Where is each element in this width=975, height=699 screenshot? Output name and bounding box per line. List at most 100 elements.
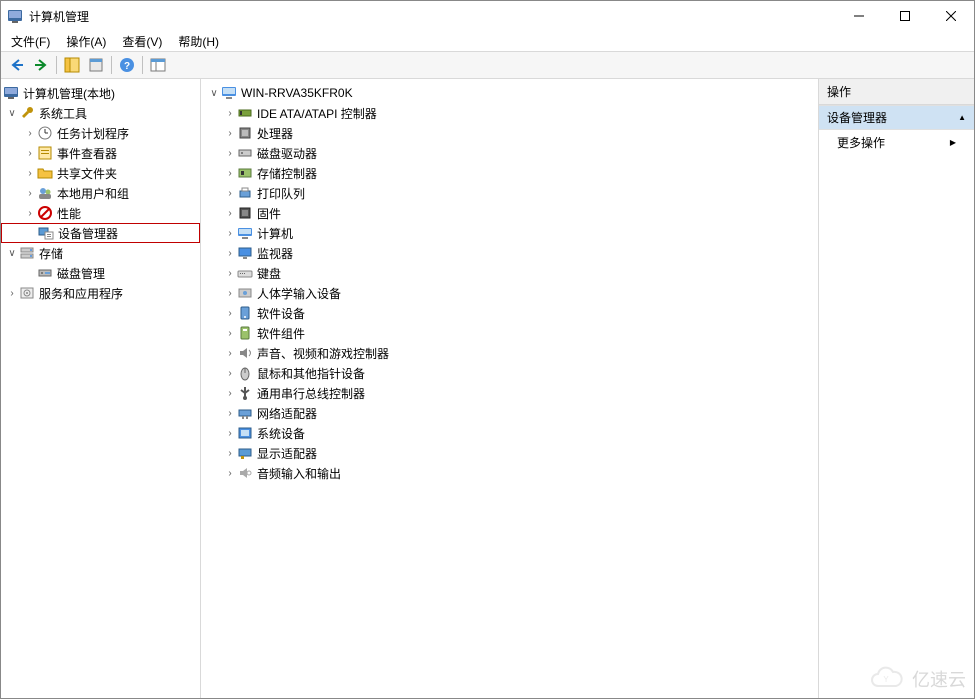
title-bar: 计算机管理 [1,1,974,31]
expander-open-icon[interactable]: ∨ [207,86,221,100]
expander-closed-icon[interactable]: › [223,226,237,240]
device-category-system_devices[interactable]: › 系统设备 [201,423,818,443]
device-category-display[interactable]: ›显示适配器 [201,443,818,463]
left-item-local-users[interactable]: › 本地用户和组 [1,183,200,203]
expander-closed-icon[interactable]: › [23,206,37,220]
expander-closed-icon[interactable]: › [223,386,237,400]
menu-view[interactable]: 查看(V) [116,31,168,52]
expander-closed-icon[interactable]: › [223,466,237,480]
device-category-label: IDE ATA/ATAPI 控制器 [257,105,377,122]
expander-closed-icon[interactable]: › [23,126,37,140]
device-category-sound[interactable]: › 声音、视频和游戏控制器 [201,343,818,363]
cpu-icon [237,125,253,141]
device-category-keyboards[interactable]: ›键盘 [201,263,818,283]
left-item-performance[interactable]: › 性能 [1,203,200,223]
services-icon [19,285,35,301]
expander-open-icon[interactable]: ∨ [5,246,19,260]
expander-closed-icon[interactable]: › [223,286,237,300]
device-category-network[interactable]: ›网络适配器 [201,403,818,423]
device-category-firmware[interactable]: › 固件 [201,203,818,223]
left-services-node[interactable]: › 服务和应用程序 [1,283,200,303]
expander-closed-icon[interactable]: › [223,406,237,420]
help-button[interactable]: ? [115,54,139,76]
view-button[interactable] [146,54,170,76]
properties-button[interactable] [84,54,108,76]
left-root-node[interactable]: 计算机管理(本地) [1,83,200,103]
sw-component-icon [237,325,253,341]
hid-icon [237,285,253,301]
app-icon [7,8,23,24]
device-category-mice[interactable]: › 鼠标和其他指针设备 [201,363,818,383]
expander-closed-icon[interactable]: › [223,246,237,260]
device-category-label: 监视器 [257,245,293,262]
pc-icon [237,225,253,241]
device-category-sw_devices[interactable]: › 软件设备 [201,303,818,323]
sw-device-icon [237,305,253,321]
back-button[interactable] [5,54,29,76]
system-device-icon [237,425,253,441]
expander-closed-icon[interactable]: › [223,266,237,280]
tools-icon [19,105,35,121]
device-category-label: 固件 [257,205,281,222]
left-item-device-manager[interactable]: 设备管理器 [1,223,200,243]
maximize-button[interactable] [882,1,928,31]
left-system-tools-node[interactable]: ∨ 系统工具 [1,103,200,123]
ide-icon [237,105,253,121]
actions-section-title[interactable]: 设备管理器 ▲ [819,105,974,130]
left-storage-node[interactable]: ∨ 存储 [1,243,200,263]
expander-closed-icon[interactable]: › [23,166,37,180]
expander-closed-icon[interactable]: › [223,366,237,380]
expander-closed-icon[interactable]: › [223,146,237,160]
device-category-print_queues[interactable]: ›打印队列 [201,183,818,203]
close-button[interactable] [928,1,974,31]
expander-closed-icon[interactable]: › [223,186,237,200]
device-category-processors[interactable]: ›处理器 [201,123,818,143]
expander-closed-icon[interactable]: › [223,426,237,440]
expander-closed-icon[interactable]: › [223,306,237,320]
expander-open-icon[interactable]: ∨ [5,106,19,120]
device-category-label: 存储控制器 [257,165,317,182]
expander-closed-icon[interactable]: › [223,106,237,120]
action-more-actions[interactable]: 更多操作 ▶ [819,130,974,155]
window-controls [836,1,974,31]
forward-button[interactable] [29,54,53,76]
menu-help[interactable]: 帮助(H) [172,31,225,52]
expander-closed-icon[interactable]: › [23,146,37,160]
show-hide-tree-button[interactable] [60,54,84,76]
left-item-task-scheduler[interactable]: › 任务计划程序 [1,123,200,143]
expander-closed-icon[interactable]: › [223,126,237,140]
device-category-sw_components[interactable]: ›软件组件 [201,323,818,343]
expander-closed-icon[interactable]: › [223,326,237,340]
left-item-shared-folders[interactable]: › 共享文件夹 [1,163,200,183]
center-pane[interactable]: ∨ WIN-RRVA35KFR0K › IDE ATA/ATAPI 控制器›处理器… [201,79,819,698]
device-root-node[interactable]: ∨ WIN-RRVA35KFR0K [201,83,818,103]
minimize-button[interactable] [836,1,882,31]
device-category-label: 系统设备 [257,425,305,442]
menu-action[interactable]: 操作(A) [60,31,112,52]
toolbar-separator [111,56,112,74]
expander-closed-icon[interactable]: › [5,286,19,300]
expander-closed-icon[interactable]: › [223,206,237,220]
menu-file[interactable]: 文件(F) [5,31,56,52]
device-category-hid[interactable]: › 人体学输入设备 [201,283,818,303]
left-pane[interactable]: 计算机管理(本地) ∨ 系统工具 › 任务计划程序 › 事件查看器 › 共 [1,79,201,698]
left-item-event-viewer[interactable]: › 事件查看器 [1,143,200,163]
device-category-label: 人体学输入设备 [257,285,341,302]
device-category-computer[interactable]: ›计算机 [201,223,818,243]
device-category-disk_drives[interactable]: ›磁盘驱动器 [201,143,818,163]
left-item-disk-mgmt[interactable]: 磁盘管理 [1,263,200,283]
expander-closed-icon[interactable]: › [223,446,237,460]
device-category-monitors[interactable]: › 监视器 [201,243,818,263]
device-category-audio_io[interactable]: ›音频输入和输出 [201,463,818,483]
device-category-label: 声音、视频和游戏控制器 [257,345,389,362]
device-category-label: 软件设备 [257,305,305,322]
expander-closed-icon[interactable]: › [23,186,37,200]
device-root-label: WIN-RRVA35KFR0K [241,86,353,100]
expander-closed-icon[interactable]: › [223,346,237,360]
no-entry-icon [37,205,53,221]
device-category-storage_ctrl[interactable]: › 存储控制器 [201,163,818,183]
expander-closed-icon[interactable]: › [223,166,237,180]
device-category-usb[interactable]: ›通用串行总线控制器 [201,383,818,403]
device-category-ide[interactable]: › IDE ATA/ATAPI 控制器 [201,103,818,123]
device-category-label: 鼠标和其他指针设备 [257,365,365,382]
